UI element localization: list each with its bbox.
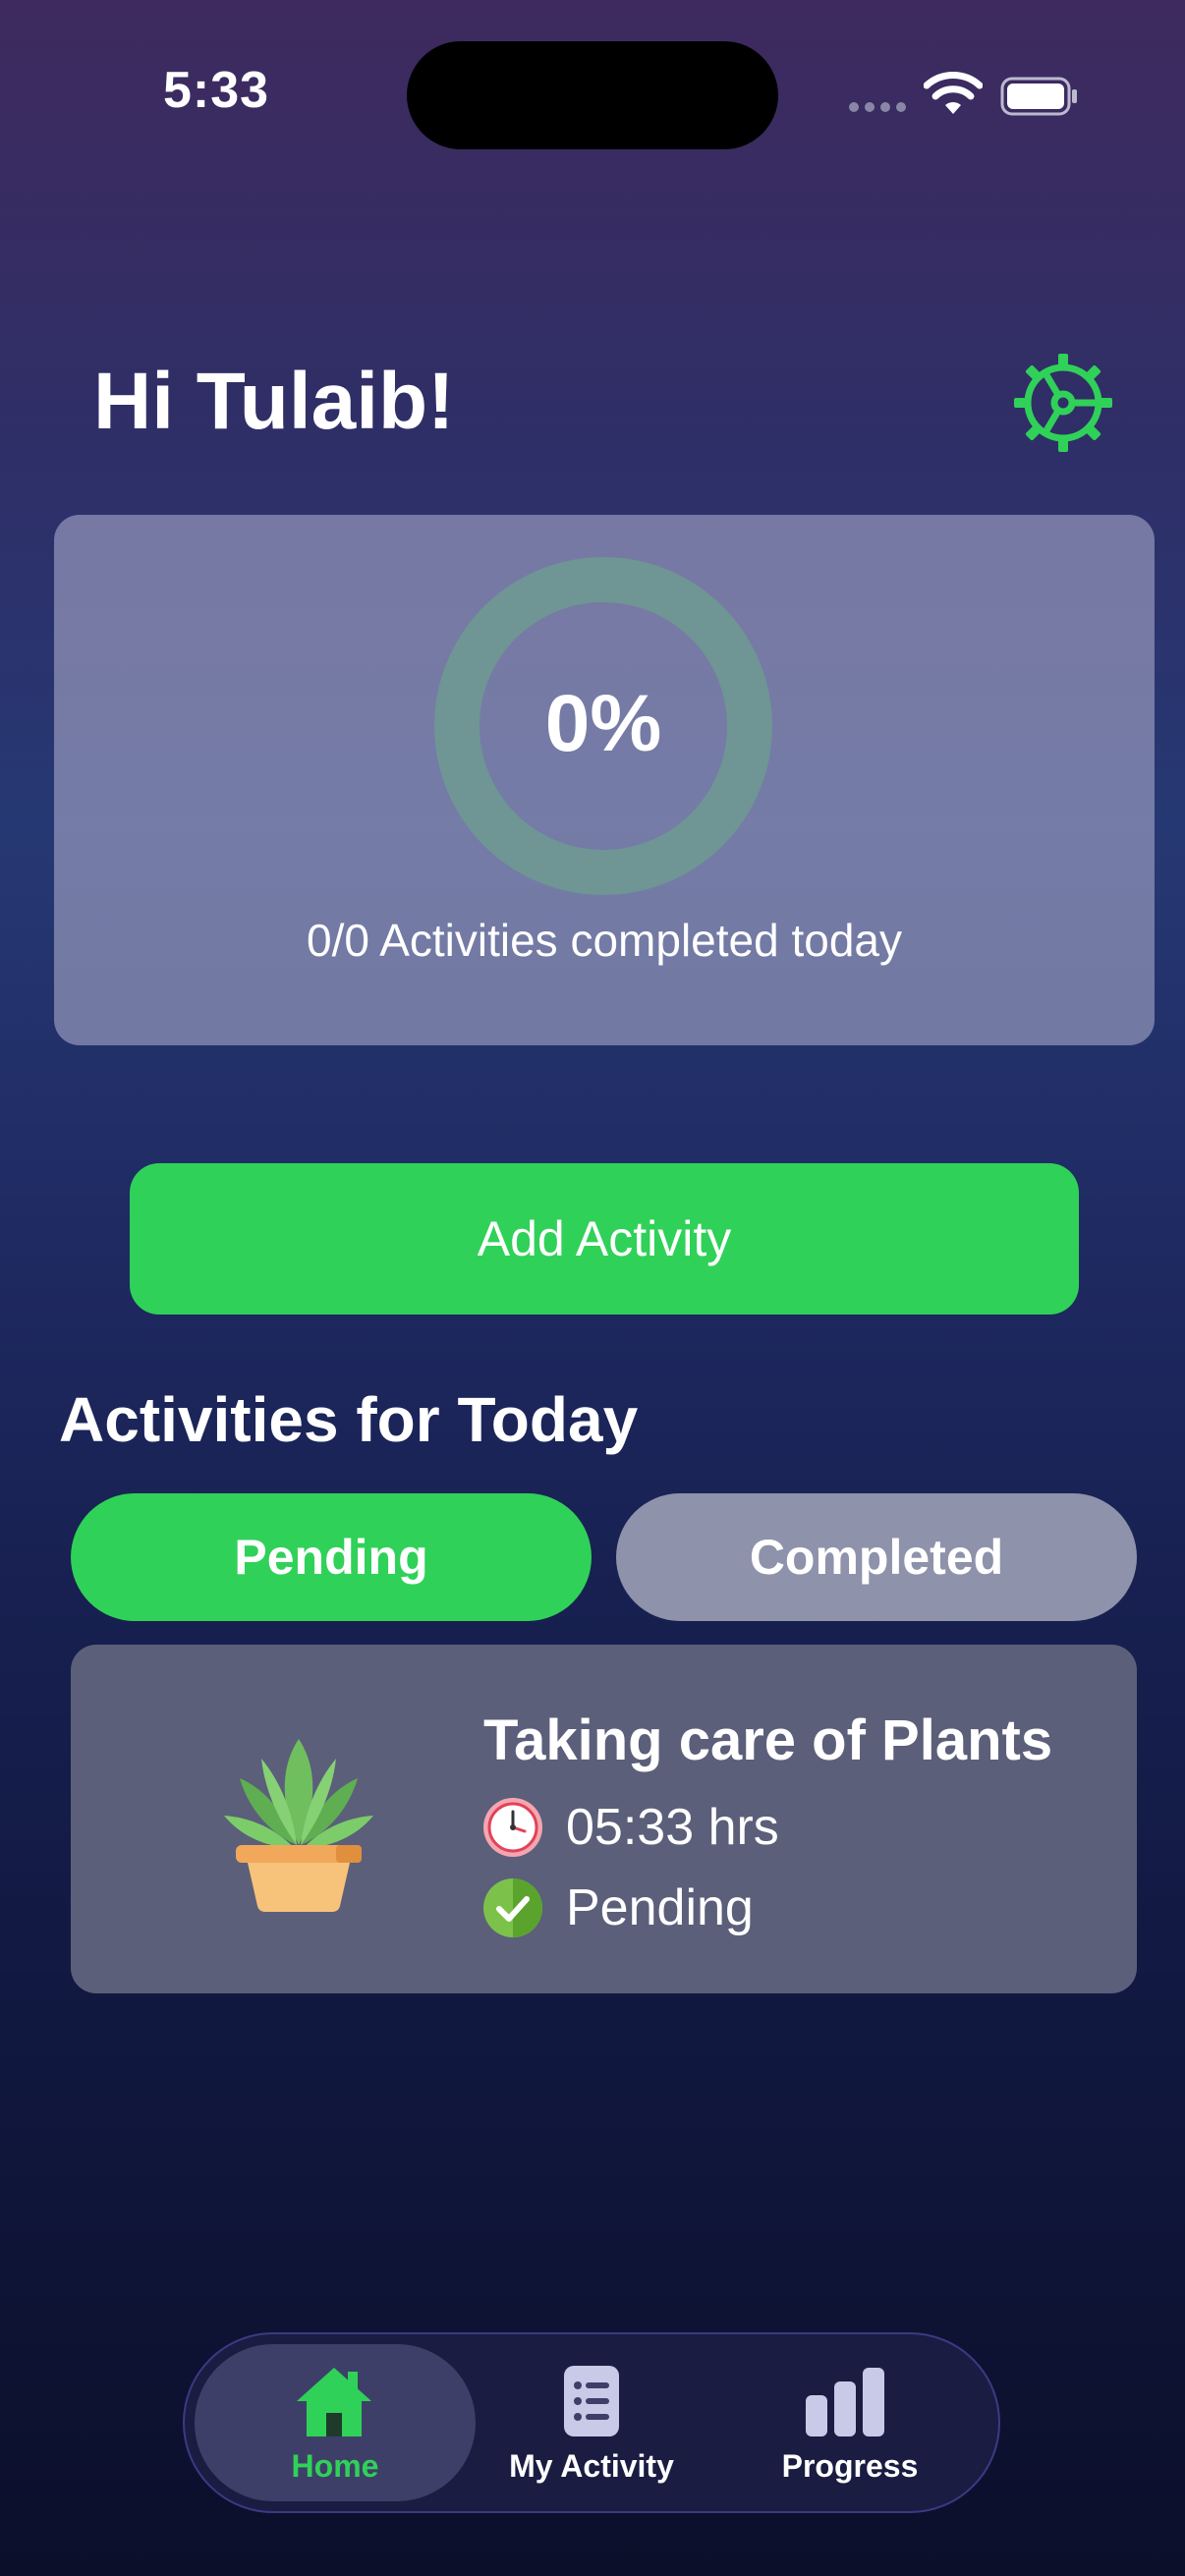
dynamic-island [407, 41, 778, 149]
status-time: 5:33 [162, 62, 270, 119]
home-icon[interactable] [293, 2364, 375, 2438]
plant-icon [224, 1739, 373, 1912]
greeting-title: Hi Tulaib! [93, 357, 455, 446]
battery-icon [1000, 77, 1077, 116]
activity-time: 05:33 hrs [566, 1799, 779, 1856]
section-title: Activities for Today [59, 1384, 639, 1455]
tab-my-activity-label[interactable]: My Activity [464, 2448, 719, 2485]
progress-summary: 0/0 Activities completed today [307, 915, 902, 966]
activity-title: Taking care of Plants [483, 1708, 1053, 1772]
add-activity-button[interactable]: Add Activity [130, 1163, 1079, 1315]
progress-percent: 0% [544, 679, 662, 768]
activity-status: Pending [566, 1879, 754, 1936]
list-icon[interactable] [550, 2364, 633, 2438]
wifi-icon [924, 72, 983, 114]
cellular-signal-icon [849, 102, 906, 112]
tab-completed[interactable]: Completed [616, 1493, 1137, 1621]
check-circle-icon [483, 1878, 542, 1937]
tab-pending[interactable]: Pending [71, 1493, 592, 1621]
bar-chart-icon[interactable] [804, 2364, 886, 2438]
tab-home-label[interactable]: Home [207, 2448, 463, 2485]
clock-icon [483, 1798, 542, 1857]
tab-progress-label[interactable]: Progress [722, 2448, 978, 2485]
settings-gear-icon[interactable] [1010, 350, 1116, 456]
